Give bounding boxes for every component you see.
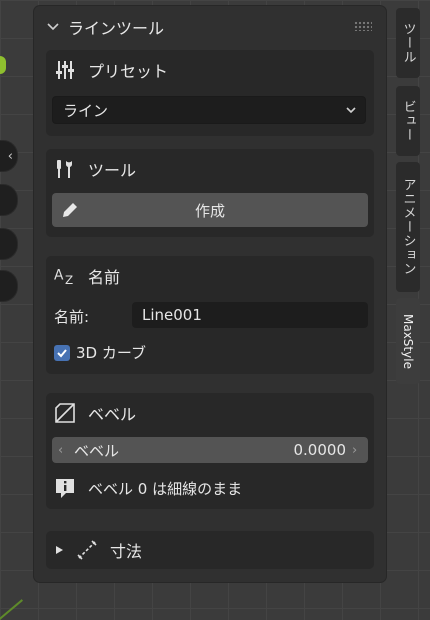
sliders-icon xyxy=(54,59,76,81)
tab-maxstyle[interactable]: MaxStyle xyxy=(396,298,420,384)
tab-view-label: ビュー xyxy=(400,100,416,142)
pencil-icon xyxy=(63,203,77,217)
tab-tool-label: ツール xyxy=(400,22,416,64)
chevron-down-icon[interactable] xyxy=(46,20,60,34)
preset-section: プリセット ライン xyxy=(46,50,374,136)
bevel-icon xyxy=(54,402,76,424)
3d-curve-checkbox[interactable] xyxy=(54,344,70,361)
3d-curve-toggle[interactable]: 3D カーブ xyxy=(54,342,146,363)
info-icon xyxy=(56,479,74,498)
tab-view[interactable]: ビュー xyxy=(396,86,420,156)
panel-title: ラインツール xyxy=(68,19,165,38)
tool-section: ツール 作成 xyxy=(46,149,374,237)
preset-dropdown-value: ライン xyxy=(63,101,109,120)
bevel-slider[interactable]: ‹ ベベル 0.0000 › xyxy=(52,437,368,463)
bevel-info: ベベル 0 は細線のまま xyxy=(54,477,242,499)
viewport-nav-button[interactable] xyxy=(0,184,18,216)
bevel-section-label: ベベル xyxy=(88,405,137,424)
panel-header[interactable]: ラインツール xyxy=(46,12,376,42)
tab-animation-label: アニメーション xyxy=(400,178,416,276)
tab-animation[interactable]: アニメーション xyxy=(396,162,420,292)
viewport-axis-line xyxy=(0,599,23,620)
chevron-left-icon[interactable]: ‹ xyxy=(58,443,68,458)
name-section: A Z 名前 名前: Line001 3D カーブ xyxy=(46,256,374,374)
chevron-right-icon[interactable]: › xyxy=(352,443,362,458)
tab-tool[interactable]: ツール xyxy=(396,8,420,78)
3d-curve-label: 3D カーブ xyxy=(76,344,146,362)
tab-maxstyle-label: MaxStyle xyxy=(401,313,415,369)
preset-label: プリセット xyxy=(88,62,169,81)
svg-text:A: A xyxy=(54,268,64,284)
measure-icon xyxy=(76,539,98,561)
name-section-label: 名前 xyxy=(88,268,121,287)
tool-label: ツール xyxy=(88,161,137,180)
drag-grip-icon[interactable] xyxy=(354,21,372,31)
viewport-nav-button[interactable]: ‹ xyxy=(0,140,18,172)
name-field-label: 名前: xyxy=(54,308,90,326)
line-tool-panel: ラインツール プリセット ライン ツール 作成 A Z 名前 名前: Line0… xyxy=(34,6,386,582)
svg-text:Z: Z xyxy=(65,273,73,287)
create-button-label: 作成 xyxy=(194,201,225,220)
chevron-down-icon xyxy=(346,107,356,114)
bevel-slider-value: 0.0000 xyxy=(293,441,347,459)
name-input-value: Line001 xyxy=(142,306,202,324)
triangle-right-icon[interactable] xyxy=(54,545,64,555)
viewport-nav-button[interactable] xyxy=(0,228,18,260)
tools-icon xyxy=(54,158,76,180)
viewport-nav-button[interactable] xyxy=(0,270,18,302)
viewport-gizmo-dot xyxy=(0,56,6,74)
bevel-slider-label: ベベル xyxy=(74,441,120,460)
dimension-label: 寸法 xyxy=(110,542,143,561)
bevel-info-text: ベベル 0 は細線のまま xyxy=(88,479,243,498)
check-icon xyxy=(57,348,67,357)
create-button[interactable]: 作成 xyxy=(52,193,368,227)
preset-dropdown[interactable]: ライン xyxy=(52,96,366,124)
dimension-section[interactable]: 寸法 xyxy=(46,531,374,569)
bevel-section: ベベル ‹ ベベル 0.0000 › ベベル 0 は細線のまま xyxy=(46,393,374,509)
az-icon: A Z xyxy=(54,265,76,287)
name-input[interactable]: Line001 xyxy=(132,302,368,328)
